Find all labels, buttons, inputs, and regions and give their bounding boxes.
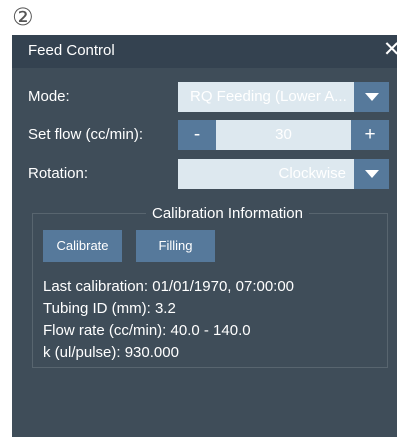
calibration-legend: Calibration Information xyxy=(146,204,309,224)
flow-rate-text: Flow rate (cc/min): 40.0 - 140.0 xyxy=(43,322,251,339)
close-icon[interactable]: ✕ xyxy=(383,37,397,63)
mode-dropdown-button[interactable] xyxy=(354,82,389,112)
last-calibration-text: Last calibration: 01/01/1970, 07:00:00 xyxy=(43,278,295,295)
mode-label: Mode: xyxy=(28,88,70,105)
chevron-down-icon xyxy=(365,170,379,178)
set-flow-label: Set flow (cc/min): xyxy=(28,126,144,143)
increment-button[interactable]: + xyxy=(351,120,389,150)
rotation-value[interactable]: Clockwise xyxy=(178,159,354,189)
calibration-group: Calibration Information Calibrate Fillin… xyxy=(32,204,388,368)
chevron-down-icon xyxy=(365,93,379,101)
filling-button[interactable]: Filling xyxy=(136,230,215,262)
tubing-id-text: Tubing ID (mm): 3.2 xyxy=(43,300,176,317)
mode-value[interactable]: RQ Feeding (Lower A... xyxy=(178,82,354,112)
dialog-title: Feed Control xyxy=(28,42,115,59)
decrement-button[interactable]: - xyxy=(178,120,216,150)
mode-select[interactable]: RQ Feeding (Lower A... xyxy=(178,82,389,112)
calibrate-button[interactable]: Calibrate xyxy=(43,230,122,262)
rotation-label: Rotation: xyxy=(28,165,89,182)
step-marker: ② xyxy=(12,3,34,31)
feed-control-dialog: Feed Control ✕ Mode: RQ Feeding (Lower A… xyxy=(12,35,397,437)
k-value-text: k (ul/pulse): 930.000 xyxy=(43,344,179,361)
rotation-dropdown-button[interactable] xyxy=(354,159,389,189)
rotation-select[interactable]: Clockwise xyxy=(178,159,389,189)
set-flow-stepper: - 30 + xyxy=(178,120,389,150)
dialog-titlebar: Feed Control ✕ xyxy=(12,35,397,68)
set-flow-input[interactable]: 30 xyxy=(216,120,351,150)
